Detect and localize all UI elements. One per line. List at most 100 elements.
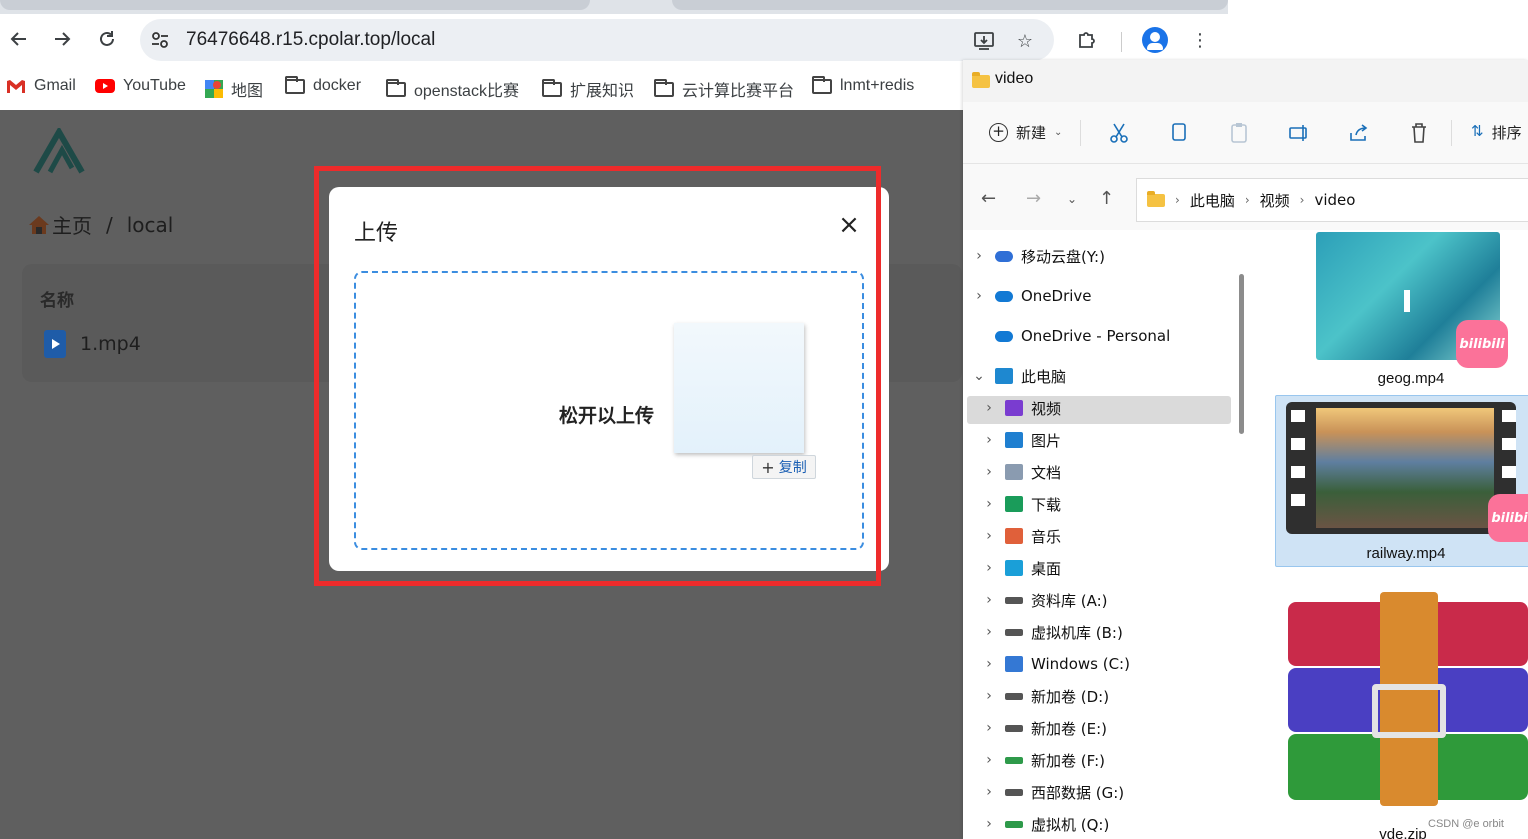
share-icon[interactable] xyxy=(1346,120,1372,146)
explorer-back-icon[interactable]: ← xyxy=(981,188,996,209)
reload-button[interactable] xyxy=(92,24,122,54)
file-explorer-window: video + 新建 ⌄ ⇅ 排序 ← → ⌄ ↑ › 此电脑 › 视频 › v… xyxy=(963,60,1528,839)
extensions-icon[interactable] xyxy=(1076,29,1098,51)
cut-icon[interactable] xyxy=(1106,120,1132,146)
archive-thumbnail[interactable] xyxy=(1288,592,1528,806)
bilibili-icon: bilibili xyxy=(1488,494,1528,542)
folder-icon xyxy=(386,78,406,97)
install-app-icon[interactable] xyxy=(973,30,995,52)
bookmark-gmail[interactable]: Gmail xyxy=(6,77,76,95)
tree-item-label: 文档 xyxy=(1031,463,1062,482)
bookmark-folder-extension-knowledge[interactable]: 扩展知识 xyxy=(542,77,634,101)
profile-avatar-icon[interactable] xyxy=(1142,27,1168,53)
film-holes xyxy=(1291,410,1305,522)
browser-tab[interactable] xyxy=(672,0,1228,10)
tree-item[interactable]: › 音乐 xyxy=(973,522,1061,550)
explorer-path-bar[interactable]: › 此电脑 › 视频 › video xyxy=(1136,178,1528,222)
buckle xyxy=(1372,684,1446,738)
bookmark-label: Gmail xyxy=(34,77,76,94)
recent-locations-chevron-icon[interactable]: ⌄ xyxy=(1067,192,1077,206)
chevron-right-icon[interactable]: › xyxy=(973,816,1005,832)
tree-item[interactable]: › 下载 xyxy=(973,490,1061,518)
tree-item[interactable]: › OneDrive xyxy=(963,282,1091,310)
bookmark-label: 扩展知识 xyxy=(570,83,635,100)
video-thumbnail[interactable]: bilibili xyxy=(1316,232,1508,368)
youtube-icon xyxy=(95,79,115,93)
menu-kebab-icon[interactable]: ⋮ xyxy=(1189,29,1211,51)
tree-item-label: 西部数据 (G:) xyxy=(1031,783,1125,802)
chevron-down-icon: ⌄ xyxy=(1054,127,1063,138)
column-header-name[interactable]: 名称 xyxy=(40,286,74,311)
tree-item[interactable]: › 移动云盘(Y:) xyxy=(963,242,1105,270)
tree-item[interactable]: › 虚拟机 (Q:) xyxy=(973,810,1109,838)
rename-icon[interactable] xyxy=(1286,120,1312,146)
chevron-right-icon[interactable]: › xyxy=(973,720,1005,736)
address-bar[interactable]: 76476648.r15.cpolar.top/local ☆ xyxy=(140,19,1054,61)
bookmark-star-icon[interactable]: ☆ xyxy=(1014,30,1036,52)
tree-item[interactable]: › 文档 xyxy=(973,458,1061,486)
chevron-right-icon[interactable]: › xyxy=(973,592,1005,608)
chevron-right-icon[interactable]: › xyxy=(973,784,1005,800)
tree-item[interactable]: › 新加卷 (F:) xyxy=(973,746,1105,774)
annotation-highlight-box xyxy=(314,166,881,586)
breadcrumb-home[interactable]: 主页 xyxy=(28,210,92,239)
chevron-right-icon[interactable]: › xyxy=(973,656,1005,672)
chevron-right-icon[interactable]: › xyxy=(973,496,1005,512)
tree-item[interactable]: › 新加卷 (D:) xyxy=(973,682,1109,710)
browser-tab[interactable] xyxy=(0,0,590,10)
tree-item[interactable]: › 虚拟机库 (B:) xyxy=(973,618,1123,646)
chevron-right-icon[interactable]: › xyxy=(963,288,995,304)
url-text[interactable]: 76476648.r15.cpolar.top/local xyxy=(186,29,435,51)
bookmark-folder-openstack[interactable]: openstack比赛 xyxy=(386,77,519,101)
tree-item[interactable]: › 图片 xyxy=(973,426,1061,454)
selected-file-card[interactable]: bilibili railway.mp4 xyxy=(1275,395,1528,567)
chevron-down-icon[interactable]: ⌄ xyxy=(963,368,995,384)
tree-item[interactable]: › 视频 xyxy=(973,394,1061,422)
windows-drive-icon xyxy=(1005,656,1023,672)
bookmark-folder-docker[interactable]: docker xyxy=(285,75,361,95)
path-segment[interactable]: 视频 xyxy=(1260,190,1290,211)
chevron-right-icon[interactable]: › xyxy=(973,688,1005,704)
chevron-right-icon[interactable]: › xyxy=(973,624,1005,640)
delete-icon[interactable] xyxy=(1406,120,1432,146)
site-settings-icon[interactable] xyxy=(150,30,170,50)
tree-item[interactable]: › 资料库 (A:) xyxy=(973,586,1107,614)
path-segment[interactable]: 此电脑 xyxy=(1190,190,1235,211)
drive-icon xyxy=(1005,596,1023,604)
add-circle-icon: + xyxy=(989,123,1008,142)
chevron-right-icon[interactable]: › xyxy=(963,248,995,264)
chevron-right-icon[interactable]: › xyxy=(973,432,1005,448)
tree-scrollbar-thumb[interactable] xyxy=(1239,274,1244,434)
sort-button[interactable]: ⇅ 排序 xyxy=(1471,122,1522,143)
tree-item[interactable]: › 新加卷 (E:) xyxy=(973,714,1107,742)
tree-item[interactable]: ⌄ 此电脑 xyxy=(963,362,1066,390)
bookmark-youtube[interactable]: YouTube xyxy=(95,77,186,95)
breadcrumb-current: local xyxy=(126,212,174,237)
chevron-right-icon[interactable]: › xyxy=(973,528,1005,544)
tree-item[interactable]: › 桌面 xyxy=(973,554,1061,582)
file-name[interactable]: geog.mp4 xyxy=(1316,370,1506,387)
back-button[interactable] xyxy=(4,24,34,54)
bookmark-maps[interactable]: 地图 xyxy=(205,77,263,101)
tree-item[interactable]: › Windows (C:) xyxy=(973,650,1130,678)
explorer-address-row: ← → ⌄ ↑ › 此电脑 › 视频 › video xyxy=(963,164,1528,230)
new-button[interactable]: + 新建 ⌄ xyxy=(989,122,1062,143)
forward-button[interactable] xyxy=(47,24,77,54)
up-folder-icon[interactable]: ↑ xyxy=(1099,188,1114,209)
chevron-right-icon[interactable]: › xyxy=(973,560,1005,576)
bookmark-folder-lnmt-redis[interactable]: lnmt+redis xyxy=(812,75,914,95)
bookmark-folder-cloud-platform[interactable]: 云计算比赛平台 xyxy=(654,77,794,101)
video-thumbnail xyxy=(1316,408,1494,528)
chevron-right-icon[interactable]: › xyxy=(973,752,1005,768)
tree-item[interactable]: › 西部数据 (G:) xyxy=(973,778,1124,806)
file-list-item[interactable]: 1.mp4 xyxy=(44,330,141,358)
chevron-right-icon: › xyxy=(1299,193,1305,207)
tree-item-label: 新加卷 (F:) xyxy=(1031,751,1105,770)
breadcrumb-home-label: 主页 xyxy=(52,214,92,238)
chevron-right-icon[interactable]: › xyxy=(973,464,1005,480)
gmail-icon xyxy=(7,79,25,93)
copy-icon[interactable] xyxy=(1166,120,1192,146)
tree-item[interactable]: OneDrive - Personal xyxy=(963,322,1170,350)
path-segment[interactable]: video xyxy=(1314,191,1355,209)
chevron-right-icon[interactable]: › xyxy=(973,400,1005,416)
